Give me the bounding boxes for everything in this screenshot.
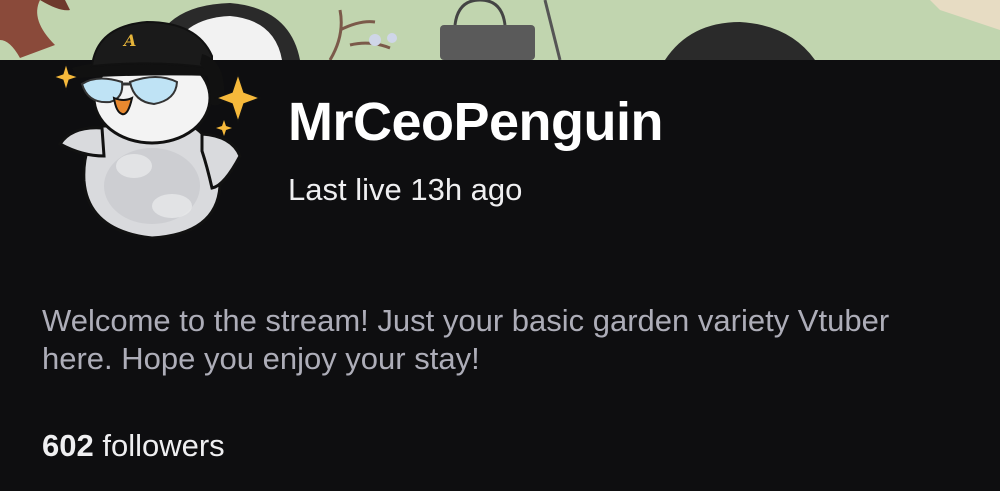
followers-label: followers	[102, 428, 225, 463]
penguin-avatar-icon[interactable]: A	[52, 16, 262, 242]
channel-name[interactable]: MrCeoPenguin	[288, 90, 664, 154]
followers-number: 602	[42, 428, 94, 463]
channel-bio: Welcome to the stream! Just your basic g…	[42, 303, 890, 376]
channel-profile-card: A MrCeoPenguin Last live 13h ago Welcome…	[0, 0, 1000, 491]
followers-count: 602 followers	[42, 426, 225, 466]
hat-letter: A	[122, 31, 136, 50]
last-live-status: Last live 13h ago	[288, 172, 523, 207]
avatar-illustration: A	[52, 20, 262, 240]
